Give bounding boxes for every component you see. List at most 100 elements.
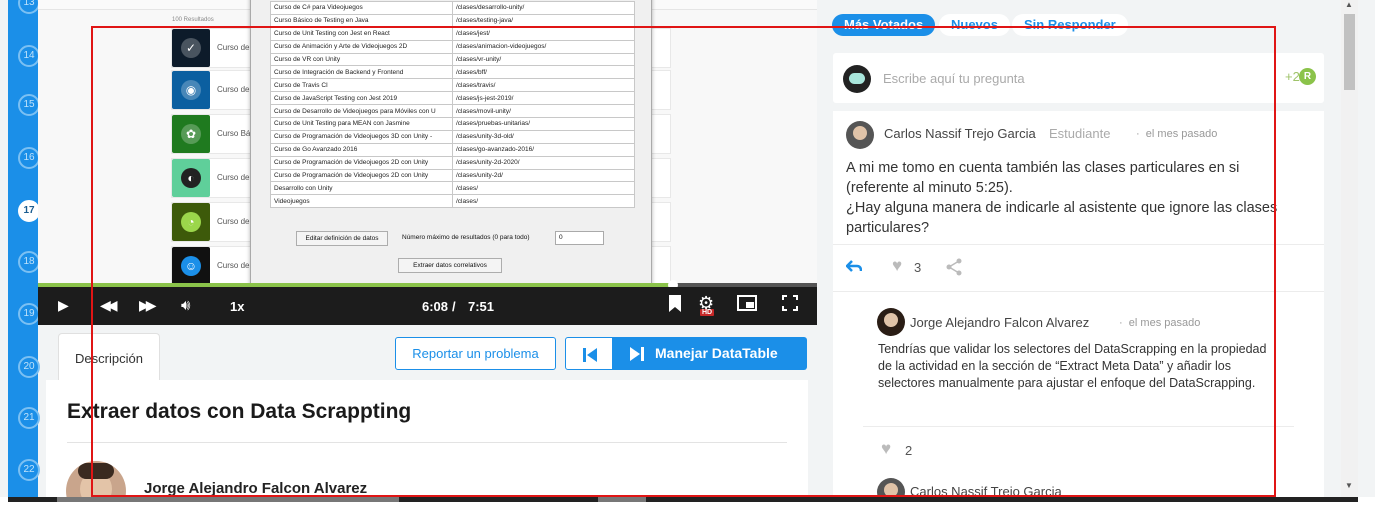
table-cell-name: Curso de Unit Testing con Jest en React [270, 26, 453, 41]
heart-icon[interactable]: ♥ [881, 439, 891, 459]
table-cell-name: Curso de Animación y Arte de Videojuegos… [270, 39, 453, 54]
course-icon: ◉ [172, 71, 210, 109]
forward-icon[interactable]: ▶▶ [139, 297, 156, 314]
next-author[interactable]: Carlos Nassif Trejo Garcia [910, 484, 1062, 497]
table-cell-url: /clases/go-avanzado-2016/ [452, 142, 635, 157]
scroll-thumb[interactable] [1344, 14, 1355, 90]
table-cell-url: /clases/animacion-videojuegos/ [452, 39, 635, 54]
time-total: 7:51 [468, 299, 495, 314]
data-preview-table: Curso de C# para Videojuegos/clases/desa… [270, 1, 635, 209]
next-lesson-label: Manejar DataTable [655, 345, 778, 361]
course-icon: ◔ [172, 203, 210, 241]
heart-icon[interactable]: ♥ [892, 256, 902, 276]
playback-speed[interactable]: 1x [230, 299, 244, 314]
video-frame: 100 Resultados ✓ Curso de F ◉ Curso de C… [38, 0, 817, 286]
table-row: Curso de Unit Testing con Jest en React /… [270, 26, 635, 41]
timeline-item[interactable]: 22 [18, 459, 40, 481]
answer-like-count: 2 [905, 443, 913, 458]
extract-correlated-button[interactable]: Extraer datos correlativos [398, 258, 502, 273]
timeline-item[interactable]: 19 [18, 303, 40, 325]
table-cell-name: Curso de Unit Testing para MEAN con Jasm… [270, 117, 453, 131]
play-icon[interactable]: ▶ [58, 297, 69, 314]
course-icon: ◐ [172, 159, 210, 197]
timeline-item[interactable]: 16 [18, 147, 40, 169]
table-cell-url: /clases/testing-java/ [452, 13, 635, 28]
course-icon: ✓ [172, 29, 210, 67]
edit-data-definition-button[interactable]: Editar definición de datos [296, 231, 388, 246]
next-lesson-button[interactable]: Manejar DataTable [613, 337, 807, 370]
lesson-content: Extraer datos con Data Scrappting Jorge … [46, 380, 808, 521]
table-cell-url: /clases/jest/ [452, 26, 635, 41]
reply-icon[interactable] [845, 257, 863, 277]
points-badge: R [1299, 68, 1316, 85]
question-author[interactable]: Carlos Nassif Trejo Garcia [884, 126, 1036, 141]
points-label: +2 [1285, 69, 1300, 84]
previous-lesson-button[interactable] [565, 337, 613, 370]
max-results-input[interactable]: 0 [555, 231, 604, 245]
answer-time: · el mes pasado [1119, 317, 1201, 329]
table-row: Curso Básico de Testing en Java/clases/t… [270, 13, 635, 28]
table-cell-name: Curso de Programación de Videojuegos 2D … [270, 168, 453, 183]
table-row: Curso de Programación de Videojuegos 3D … [270, 129, 635, 144]
fullscreen-icon[interactable] [782, 295, 798, 314]
data-preview-dialog: Curso de C# para Videojuegos/clases/desa… [250, 0, 652, 286]
taskbar [0, 497, 1375, 525]
question-input[interactable]: Escribe aquí tu pregunta [883, 71, 1025, 86]
scrollbar[interactable]: ▲ ▼ [1341, 0, 1358, 497]
filter-new[interactable]: Nuevos [939, 14, 1010, 36]
course-title: Curso Bás [217, 129, 255, 138]
next-author-avatar[interactable] [877, 478, 905, 497]
taskbar-item[interactable] [57, 497, 399, 502]
picture-in-picture-icon[interactable] [737, 295, 757, 314]
answer-author-avatar[interactable] [877, 308, 905, 336]
rewind-icon[interactable]: ◀◀ [100, 297, 117, 314]
table-row: Curso de VR con Unity/clases/vr-unity/ [270, 52, 635, 67]
timeline-item-current[interactable]: 17 [18, 200, 40, 222]
tab-description[interactable]: Descripción [58, 333, 160, 381]
bookmark-icon[interactable] [668, 294, 682, 316]
table-cell-name: Curso de Desarrollo de Videojuegos para … [270, 104, 453, 119]
timeline-item[interactable]: 20 [18, 356, 40, 378]
table-row: Curso de Desarrollo de Videojuegos para … [270, 104, 635, 119]
table-cell-url: /clases/pruebas-unitarias/ [452, 117, 635, 131]
volume-icon[interactable]: 🔊︎ [181, 297, 190, 314]
filter-most-voted[interactable]: Más Votados [832, 14, 936, 36]
scroll-down-icon[interactable]: ▼ [1345, 481, 1353, 490]
video-controls: ▶ ◀◀ ▶▶ 🔊︎ 1x 6:08 / 7:51 ⚙︎ HD [38, 287, 817, 325]
table-row: Curso de Programación de Videojuegos 2D … [270, 168, 635, 183]
course-icon: ✿ [172, 115, 210, 153]
table-cell-url: /clases/desarrollo-unity/ [452, 1, 635, 15]
report-problem-button[interactable]: Reportar un problema [395, 337, 556, 370]
screen: 13 14 15 16 17 18 19 20 21 22 100 Result… [0, 0, 1375, 525]
skip-forward-icon [630, 347, 644, 361]
timeline-item[interactable]: 14 [18, 45, 40, 67]
answer-body: Tendrías que validar los selectores del … [878, 342, 1267, 390]
ask-question-box[interactable]: Escribe aquí tu pregunta +2 R [833, 53, 1324, 103]
table-cell-url: /clases/unity-2d-2020/ [452, 155, 635, 170]
question-author-avatar[interactable] [846, 121, 874, 149]
answer-author[interactable]: Jorge Alejandro Falcon Alvarez [910, 315, 1089, 330]
user-avatar [843, 65, 871, 93]
author-name[interactable]: Jorge Alejandro Falcon Alvarez [144, 480, 367, 497]
timeline-item[interactable]: 13 [18, 0, 40, 14]
table-cell-url: /clases/bff/ [452, 65, 635, 80]
taskbar-item[interactable] [598, 497, 646, 502]
table-row: Curso de JavaScript Testing con Jest 201… [270, 91, 635, 106]
video-player[interactable]: 100 Resultados ✓ Curso de F ◉ Curso de C… [38, 0, 817, 325]
table-cell-url: /clases/travis/ [452, 78, 635, 93]
time-separator: / [452, 299, 456, 314]
table-cell-name: Curso de Programación de Videojuegos 2D … [270, 155, 453, 170]
table-cell-url: /clases/js-jest-2019/ [452, 91, 635, 106]
filter-unanswered[interactable]: Sin Responder [1012, 14, 1128, 36]
table-cell-url: /clases/ [452, 194, 635, 209]
share-icon[interactable] [945, 258, 963, 281]
scroll-up-icon[interactable]: ▲ [1345, 0, 1353, 9]
question-like-count: 3 [914, 260, 922, 275]
table-row: Curso de Programación de Videojuegos 2D … [270, 155, 635, 170]
timeline-item[interactable]: 15 [18, 94, 40, 116]
table-cell-url: /clases/vr-unity/ [452, 52, 635, 67]
question-time: · el mes pasado [1136, 128, 1218, 140]
timeline-item[interactable]: 18 [18, 251, 40, 273]
timeline-item[interactable]: 21 [18, 407, 40, 429]
lesson-title: Extraer datos con Data Scrappting [67, 400, 412, 423]
